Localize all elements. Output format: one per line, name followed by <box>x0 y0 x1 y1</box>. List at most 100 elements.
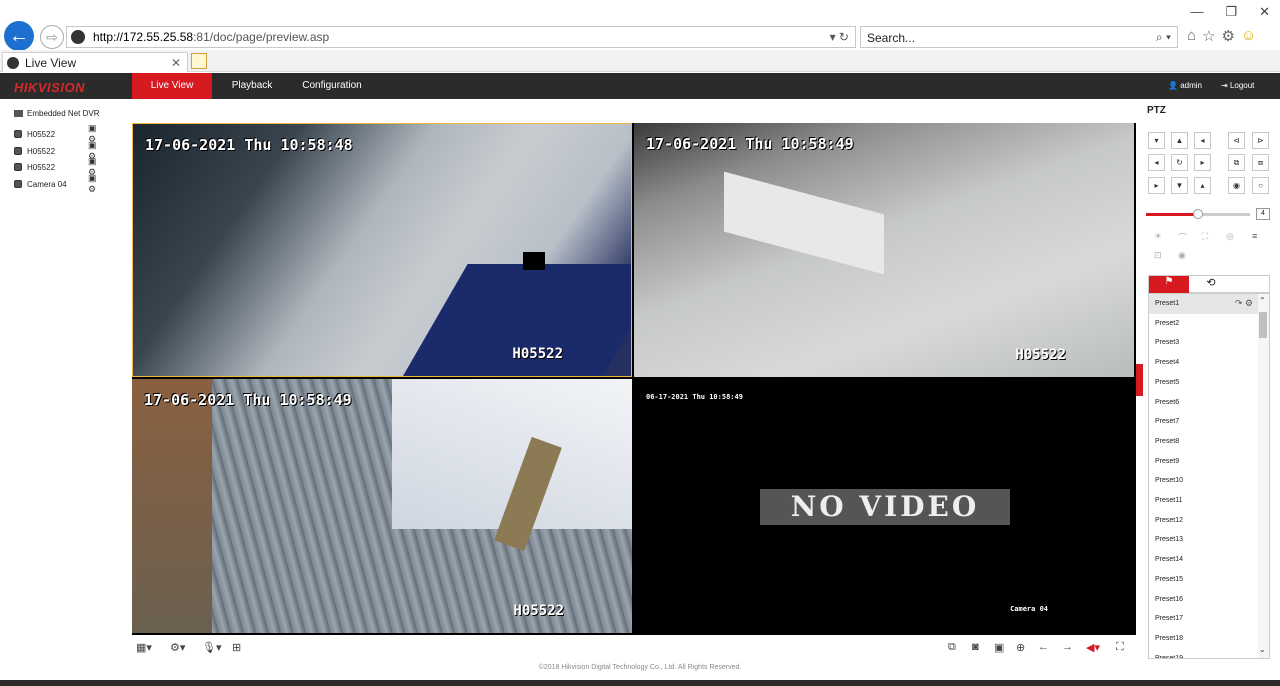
ptz-down-left-button[interactable]: ▸ <box>1148 177 1165 194</box>
wiper-icon[interactable]: ⌒ <box>1178 231 1187 244</box>
preset-label: Preset3 <box>1155 339 1180 347</box>
focus-near-button[interactable]: ⧉ <box>1228 154 1245 171</box>
user-menu[interactable]: 👤 admin <box>1168 81 1202 90</box>
ptz-right-button[interactable]: ▸ <box>1194 154 1211 171</box>
menu-icon[interactable]: ≡ <box>1252 231 1257 241</box>
record-icon[interactable]: ▣ ⚙ <box>88 173 98 195</box>
slider-thumb[interactable] <box>1193 209 1203 219</box>
focus-far-button[interactable]: ⧈ <box>1252 154 1269 171</box>
preset-item[interactable]: Preset6 <box>1149 393 1259 413</box>
menu-live-view[interactable]: Live View <box>132 73 212 99</box>
next-icon[interactable]: → <box>1062 641 1073 653</box>
ptz-auto-button[interactable]: ↻ <box>1171 154 1188 171</box>
light-icon[interactable]: ☀ <box>1154 231 1162 242</box>
previous-icon[interactable]: ← <box>1038 641 1049 653</box>
focus-assist-icon[interactable]: ⛶ <box>1202 231 1208 242</box>
video-tile-1[interactable]: 17-06-2021 Thu 10:58:48 H05522 <box>132 123 632 377</box>
device-root[interactable]: Embedded Net DVR <box>14 109 99 118</box>
settings-gear-icon[interactable]: ⚙ <box>1222 27 1235 45</box>
tab-preset[interactable]: ⚑ <box>1149 276 1189 293</box>
home-icon[interactable]: ⌂ <box>1187 27 1196 45</box>
smiley-icon[interactable]: ☺ <box>1241 27 1256 45</box>
tab-close-icon[interactable]: ✕ <box>171 56 181 70</box>
slider-fill <box>1146 213 1198 216</box>
preset-item[interactable]: Preset15 <box>1149 570 1259 590</box>
preset-item[interactable]: Preset13 <box>1149 530 1259 550</box>
ptz-up-left-button[interactable]: ▾ <box>1148 132 1165 149</box>
capture-icon[interactable]: ⧉ <box>948 641 956 654</box>
preset-item[interactable]: Preset9 <box>1149 452 1259 472</box>
minimize-button[interactable]: — <box>1190 4 1203 20</box>
zoom-icon[interactable]: ⊕ <box>1016 641 1025 654</box>
preset-item[interactable]: Preset16 <box>1149 590 1259 610</box>
video-grid: 17-06-2021 Thu 10:58:48 H05522 17-06-202… <box>132 123 1136 635</box>
preset-item[interactable]: Preset3 <box>1149 333 1259 353</box>
preset-item[interactable]: Preset12 <box>1149 511 1259 531</box>
favorites-icon[interactable]: ☆ <box>1202 27 1215 45</box>
tab-patrol[interactable]: ⟲ <box>1191 276 1231 293</box>
back-button[interactable]: ← <box>4 21 34 51</box>
preset-item[interactable]: Preset1 ↷ ⚙ <box>1149 294 1259 314</box>
scroll-up-icon[interactable]: ⌃ <box>1259 296 1266 305</box>
iris-open-button[interactable]: ◉ <box>1228 177 1245 194</box>
scroll-down-icon[interactable]: ⌄ <box>1259 645 1266 654</box>
zoom-out-button[interactable]: ⊳ <box>1252 132 1269 149</box>
manual-track-icon[interactable]: ⊡ <box>1154 250 1162 261</box>
ptz-down-right-button[interactable]: ▴ <box>1194 177 1211 194</box>
new-tab-button[interactable] <box>191 53 207 69</box>
3d-zoom-icon[interactable]: ◉ <box>1178 250 1186 261</box>
ptz-up-right-button[interactable]: ◂ <box>1194 132 1211 149</box>
preset-label: Preset15 <box>1155 575 1184 583</box>
fullscreen-icon[interactable]: ⛶ <box>1116 641 1124 654</box>
tab-live-view[interactable]: Live View ✕ <box>2 52 188 72</box>
camera-snapshot-icon[interactable]: ◙ <box>972 641 979 653</box>
camera-item-4[interactable]: Camera 04 ▣ ⚙ <box>14 173 97 194</box>
preset-item[interactable]: Preset14 <box>1149 550 1259 570</box>
refresh-icon[interactable]: ▾ ↻ <box>830 30 849 44</box>
search-icon[interactable]: ⌕ ▾ <box>1156 30 1171 45</box>
preset-item[interactable]: Preset19 <box>1149 649 1259 658</box>
preset-scrollbar[interactable]: ⌃ ⌄ <box>1258 294 1269 658</box>
preset-item[interactable]: Preset2 <box>1149 314 1259 334</box>
preset-item[interactable]: Preset17 <box>1149 609 1259 629</box>
search-input[interactable]: Search... ⌕ ▾ <box>860 26 1178 48</box>
forward-button[interactable]: ⇨ <box>40 25 64 49</box>
video-tile-3[interactable]: 17-06-2021 Thu 10:58:49 H05522 <box>132 379 632 633</box>
camera-item-2[interactable]: H05522 ▣ ⚙ <box>14 140 97 161</box>
preset-call-settings-icon[interactable]: ↷ ⚙ <box>1235 294 1253 314</box>
address-bar[interactable]: http://172.55.25.58 :81/doc/page/preview… <box>66 26 856 48</box>
stream-icon[interactable]: ⚙▾ <box>170 641 185 654</box>
preset-item[interactable]: Preset18 <box>1149 629 1259 649</box>
zoom-in-button[interactable]: ⊲ <box>1228 132 1245 149</box>
preset-item[interactable]: Preset8 <box>1149 432 1259 452</box>
grid-icon[interactable]: ⊞ <box>232 641 241 654</box>
video-tile-4[interactable]: 06-17-2021 Thu 10:58:49 NO VIDEO Camera … <box>634 379 1134 633</box>
scroll-thumb[interactable] <box>1259 312 1267 338</box>
preset-item[interactable]: Preset5 <box>1149 373 1259 393</box>
lens-init-icon[interactable]: ◎ <box>1226 231 1234 242</box>
camera-item-3[interactable]: H05522 ▣ ⚙ <box>14 156 97 177</box>
layout-icon[interactable]: ▦▾ <box>136 641 152 654</box>
ptz-up-button[interactable]: ▲ <box>1171 132 1188 149</box>
ptz-down-button[interactable]: ▼ <box>1171 177 1188 194</box>
preset-label: Preset1 <box>1155 300 1180 307</box>
maximize-button[interactable]: ❐ <box>1225 4 1237 20</box>
preset-item[interactable]: Preset11 <box>1149 491 1259 511</box>
preset-item[interactable]: Preset10 <box>1149 471 1259 491</box>
video-tile-2[interactable]: 17-06-2021 Thu 10:58:49 H05522 <box>634 123 1134 377</box>
ptz-left-button[interactable]: ◂ <box>1148 154 1165 171</box>
iris-close-button[interactable]: ○ <box>1252 177 1269 194</box>
camera-item-1[interactable]: H05522 ▣ ⚙ <box>14 123 97 144</box>
collapse-panel-handle[interactable] <box>1136 364 1143 396</box>
close-button[interactable]: ✕ <box>1259 4 1270 20</box>
preset-item[interactable]: Preset4 <box>1149 353 1259 373</box>
preset-item[interactable]: Preset7 <box>1149 412 1259 432</box>
menu-playback[interactable]: Playback <box>222 73 282 99</box>
microphone-icon[interactable]: 🎙▾ <box>202 641 222 654</box>
volume-icon[interactable]: ◀▾ <box>1086 641 1100 654</box>
logout-link[interactable]: ⇥ Logout <box>1221 81 1254 90</box>
menu-configuration[interactable]: Configuration <box>292 73 372 99</box>
ptz-speed-slider[interactable] <box>1146 209 1250 219</box>
record-icon[interactable]: ▣ <box>994 641 1004 654</box>
camera-icon <box>14 163 22 171</box>
